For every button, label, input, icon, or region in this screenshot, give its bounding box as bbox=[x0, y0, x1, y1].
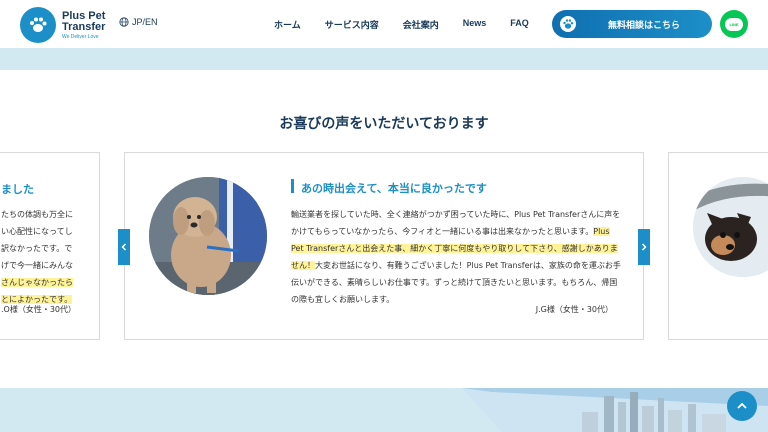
line-button[interactable]: LINE bbox=[720, 10, 748, 38]
card-body-line: 訳なかったです。で bbox=[1, 244, 73, 253]
logo-tagline: We Deliver Love bbox=[62, 33, 99, 40]
globe-icon bbox=[119, 17, 129, 27]
card-author: J.G様（女性・30代） bbox=[535, 305, 613, 314]
card-title-accent bbox=[291, 179, 294, 193]
card-body: たちの体調も万全に い心配性になってし 訳なかったです。で げで今一緒にみんな … bbox=[1, 206, 73, 308]
logo-title-line2: Transfer bbox=[62, 20, 106, 33]
logo-title-line1: Plus Pet bbox=[62, 9, 106, 22]
line-icon: LINE bbox=[725, 17, 743, 31]
nav-home[interactable]: ホーム bbox=[274, 18, 301, 31]
nav-services[interactable]: サービス内容 bbox=[325, 18, 379, 31]
card-body-line: さんじゃなかったら bbox=[1, 278, 73, 287]
card-title: ました bbox=[1, 183, 34, 196]
chevron-right-icon bbox=[641, 243, 647, 251]
site-logo[interactable]: Plus Pet Transfer We Deliver Love bbox=[20, 7, 105, 43]
card-body-line: い心配性になってし bbox=[1, 227, 73, 236]
paw-logo-icon bbox=[20, 7, 56, 43]
city-skyline-image bbox=[462, 388, 768, 432]
nav-faq[interactable]: FAQ bbox=[510, 18, 529, 31]
top-band bbox=[0, 48, 768, 70]
back-to-top-button[interactable] bbox=[727, 391, 757, 421]
paw-badge-icon bbox=[560, 16, 576, 32]
card-author: .O様（女性・30代） bbox=[1, 305, 77, 314]
main-nav: ホーム サービス内容 会社案内 News FAQ bbox=[274, 18, 529, 31]
chevron-up-icon bbox=[737, 402, 747, 409]
card-body-line: たちの体調も万全に bbox=[1, 210, 73, 219]
testimonial-card-next bbox=[668, 152, 768, 340]
carousel-next-button[interactable] bbox=[638, 229, 650, 265]
card-body-line: げで今一緒にみんな bbox=[1, 261, 73, 270]
testimonial-card-prev: ました たちの体調も万全に い心配性になってし 訳なかったです。で げで今一緒に… bbox=[0, 152, 100, 340]
card-body: 輸送業者を探していた時、全く連絡がつかず困っていた時に、Plus Pet Tra… bbox=[291, 210, 621, 304]
chevron-left-icon bbox=[121, 243, 127, 251]
bottom-band bbox=[0, 388, 768, 432]
free-consult-label: 無料相談はこちら bbox=[608, 20, 681, 31]
dog-photo bbox=[693, 177, 768, 277]
dog-photo bbox=[149, 177, 267, 295]
testimonial-card-active: あの時出会えて、本当に良かったです 輸送業者を探していた時、全く連絡がつかず困っ… bbox=[124, 152, 644, 340]
language-switcher[interactable]: JP/EN bbox=[119, 17, 158, 27]
language-label: JP/EN bbox=[132, 17, 158, 27]
free-consult-button[interactable]: 無料相談はこちら bbox=[552, 10, 712, 38]
site-header: Plus Pet Transfer We Deliver Love JP/EN … bbox=[0, 0, 768, 48]
nav-company[interactable]: 会社案内 bbox=[403, 18, 439, 31]
card-title: あの時出会えて、本当に良かったです bbox=[301, 182, 487, 195]
nav-news[interactable]: News bbox=[463, 18, 487, 31]
section-title: お喜びの声をいただいております bbox=[279, 116, 489, 132]
carousel-prev-button[interactable] bbox=[118, 229, 130, 265]
